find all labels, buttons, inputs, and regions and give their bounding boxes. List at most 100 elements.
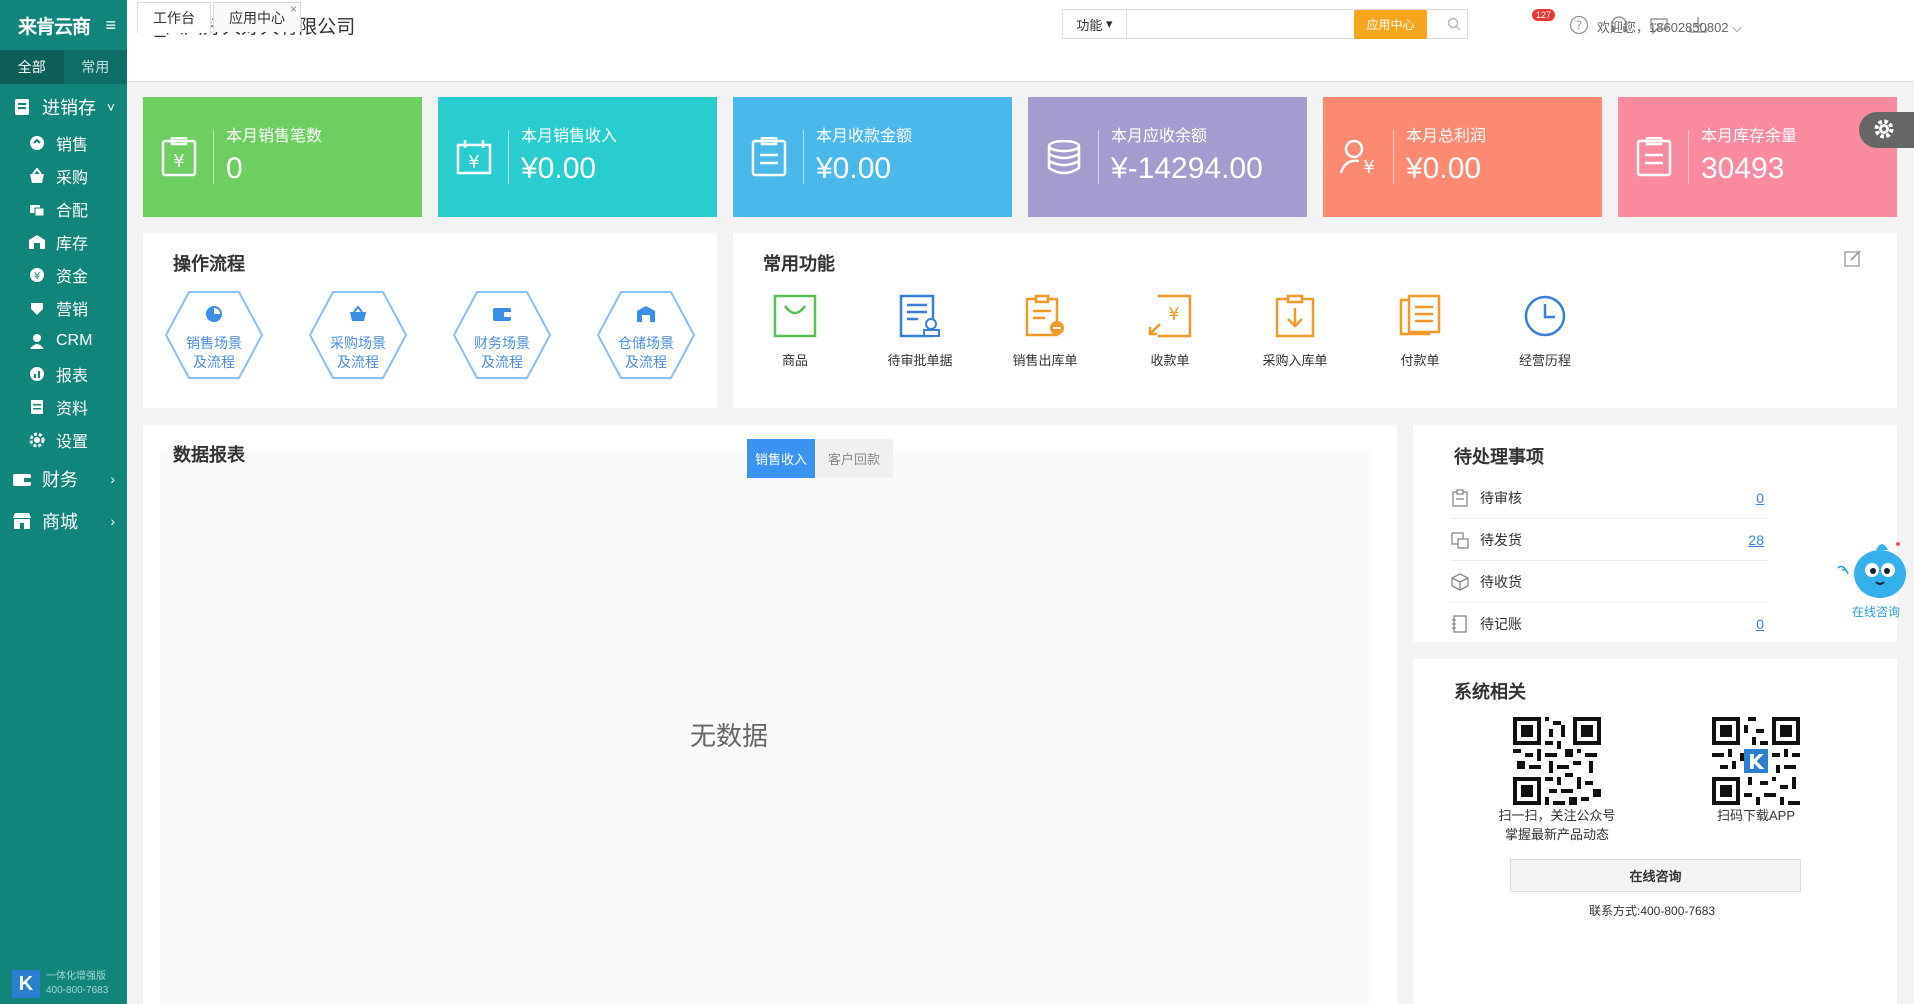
app-center-button[interactable]: 应用中心 [1354, 10, 1427, 39]
sidebar-item-label: CRM [56, 331, 93, 349]
stat-label: 本月收款金额 [816, 128, 913, 145]
todo-row[interactable]: 待审核 0 [1450, 477, 1768, 519]
package-icon [1450, 572, 1470, 592]
func-label: 采购入库单 [1262, 353, 1328, 368]
tab-sales-income[interactable]: 销售收入 [747, 439, 815, 478]
workflow-finance[interactable]: 财务场景 及流程 [452, 290, 552, 380]
stat-card-profit[interactable]: ¥ 本月总利润 ¥0.00 [1323, 97, 1602, 217]
workflow-purchase[interactable]: 采购场景 及流程 [308, 290, 408, 380]
ledger-icon [1450, 614, 1470, 634]
func-purchase-inbound[interactable]: 采购入库单 [1245, 292, 1345, 369]
edit-icon[interactable] [1843, 248, 1863, 268]
sidebar-footer: K 一体化增强版 400-800-7683 [12, 970, 108, 998]
sidebar-tab-all[interactable]: 全部 [0, 50, 64, 84]
user-menu[interactable]: 欢迎您，18602850802 ⌵ [1597, 17, 1742, 36]
sidebar-item-label: 报表 [56, 367, 89, 385]
sales-outbound-icon [1021, 292, 1069, 340]
sidebar-group-finance[interactable]: 财务 › [0, 460, 127, 498]
tab-app-center[interactable]: 应用中心 × [213, 2, 301, 32]
func-sales-outbound[interactable]: 销售出库单 [995, 292, 1095, 369]
sidebar-group-label: 商城 [42, 512, 78, 532]
online-consult-button[interactable]: 在线咨询 [1510, 859, 1801, 892]
logo-text: 来肯云商 [18, 16, 91, 38]
stat-card-collection[interactable]: 本月收款金额 ¥0.00 [733, 97, 1012, 217]
workflow-sales[interactable]: 销售场景 及流程 [164, 290, 264, 380]
brand-k-icon: K [12, 970, 40, 998]
todo-row[interactable]: 待发货 28 [1450, 519, 1768, 561]
system-title: 系统相关 [1454, 682, 1526, 702]
todo-count[interactable]: 0 [1756, 490, 1764, 506]
func-label: 付款单 [1400, 353, 1440, 368]
sidebar-item-marketing[interactable]: 营销 [0, 291, 127, 324]
report-icon [28, 365, 46, 383]
sidebar-item-money[interactable]: ¥ 资金 [0, 258, 127, 291]
crm-icon [28, 332, 46, 350]
sidebar-group-label: 财务 [42, 470, 78, 490]
purchase-inbound-icon [1271, 292, 1319, 340]
contact-info: 联系方式:400-800-7683 [1589, 904, 1716, 918]
tab-workbench[interactable]: 工作台 [137, 2, 211, 33]
sidebar-group-mall[interactable]: 商城 › [0, 502, 127, 540]
report-title: 数据报表 [173, 445, 245, 465]
stat-value: ¥-14294.00 [1111, 152, 1263, 185]
page-tab-bar [127, 50, 1914, 82]
sidebar-item-data[interactable]: 资料 [0, 390, 127, 423]
workflow-title: 操作流程 [173, 254, 245, 274]
stat-card-sales-income[interactable]: ¥ 本月销售收入 ¥0.00 [438, 97, 717, 217]
stat-value: ¥0.00 [816, 152, 892, 185]
welcome-text: 欢迎您，18602850802 [1597, 20, 1729, 35]
close-icon[interactable]: × [290, 2, 297, 16]
online-consult-label[interactable]: 在线咨询 [1852, 603, 1900, 620]
clipboard-list-icon [749, 137, 789, 177]
sidebar-item-sales[interactable]: 销售 [0, 126, 127, 159]
func-product[interactable]: 商品 [745, 292, 845, 369]
func-payment[interactable]: 付款单 [1370, 292, 1470, 369]
func-approval[interactable]: 待审批单据 [870, 292, 970, 369]
sidebar-item-warehouse[interactable]: 库存 [0, 225, 127, 258]
sidebar-item-label: 采购 [56, 169, 89, 187]
todo-label: 待审核 [1480, 489, 1522, 506]
todo-row[interactable]: 待记账 0 [1450, 603, 1768, 645]
todo-count[interactable]: 0 [1756, 616, 1764, 632]
sidebar-item-settings[interactable]: 设置 [0, 423, 127, 456]
stat-card-receivable[interactable]: 本月应收余额 ¥-14294.00 [1028, 97, 1307, 217]
stat-value: 0 [226, 152, 243, 185]
qr-caption-line: 掌握最新产品动态 [1504, 827, 1609, 842]
menu-toggle-icon[interactable]: ≡ [105, 15, 115, 36]
stat-label: 本月应收余额 [1111, 128, 1208, 145]
sidebar-item-purchase[interactable]: 采购 [0, 159, 127, 192]
tab-customer-payment[interactable]: 客户回款 [815, 439, 893, 478]
todo-count[interactable]: 28 [1748, 532, 1764, 548]
func-label: 经营历程 [1518, 353, 1571, 368]
product-bag-icon [771, 292, 819, 340]
stat-card-stock[interactable]: 本月库存余量 30493 [1618, 97, 1897, 217]
stat-card-sales-count[interactable]: ¥ 本月销售笔数 0 [143, 97, 422, 217]
coins-stack-icon [1044, 137, 1084, 177]
func-history[interactable]: 经营历程 [1495, 292, 1595, 369]
sidebar-tab-common[interactable]: 常用 [64, 50, 128, 84]
sales-icon [28, 134, 46, 152]
sidebar-item-allocation[interactable]: 合配 [0, 192, 127, 225]
func-receipt[interactable]: ¥ 收款单 [1120, 292, 1220, 369]
money-icon: ¥ [28, 266, 46, 284]
settings-icon [28, 431, 46, 449]
search-type-select[interactable]: 功能 ▾ [1063, 10, 1127, 38]
basket-icon [348, 304, 368, 324]
sidebar-item-label: 合配 [56, 202, 89, 220]
search-icon[interactable] [1441, 17, 1467, 31]
app-qr-caption: 扫码下载APP [1716, 808, 1795, 823]
workflow-label: 及流程 [625, 354, 667, 370]
settings-float-button[interactable] [1859, 112, 1914, 148]
sidebar-item-report[interactable]: 报表 [0, 357, 127, 390]
workflow-label: 销售场景 [186, 335, 242, 351]
workflow-warehouse[interactable]: 仓储场景 及流程 [596, 290, 696, 380]
help-icon[interactable]: ? [1568, 14, 1590, 36]
wechat-qr-caption: 扫一扫，关注公众号 掌握最新产品动态 [1486, 806, 1628, 844]
data-icon [28, 398, 46, 416]
todo-label: 待收货 [1480, 573, 1522, 590]
stat-label: 本月总利润 [1406, 128, 1487, 145]
todo-row[interactable]: 待收货 [1450, 561, 1768, 603]
clipboard-check-icon [1450, 488, 1470, 508]
sidebar-item-crm[interactable]: CRM [0, 324, 127, 357]
sidebar-group-inventory[interactable]: 进销存 ˅ [0, 88, 127, 126]
